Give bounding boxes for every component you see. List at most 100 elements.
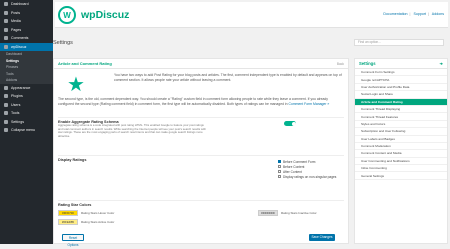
display-ratings-row: Display Ratings Before Comment Form Befor… xyxy=(58,155,344,185)
wp-menu-label: Settings xyxy=(11,119,24,124)
settings-nav-header: Settings ➜ xyxy=(355,59,447,69)
wpdiscuz-icon xyxy=(4,44,8,49)
documentation-link[interactable]: Documentation xyxy=(383,12,407,16)
comment-form-manager-link[interactable]: Comment Form Manager » xyxy=(289,102,330,106)
wp-menu-label: Collapse menu xyxy=(11,128,35,133)
settings-nav-item[interactable]: Google reCAPTCHA xyxy=(355,76,447,84)
tools-icon xyxy=(4,111,8,116)
media-icon xyxy=(4,19,8,24)
color-active: #FFED85 Rating Stars Active Color xyxy=(58,217,114,226)
star-icon: ★ xyxy=(67,74,85,96)
addons-link[interactable]: Addons xyxy=(432,12,444,16)
wp-menu-item-dashboard[interactable]: Dashboard xyxy=(0,0,53,9)
display-options: Before Comment Form Before Content After C… xyxy=(278,159,336,179)
search-input[interactable]: Find an option... xyxy=(354,39,444,46)
plugins-icon xyxy=(4,94,8,99)
hover-color-label: Rating Stars Hover Color xyxy=(81,210,115,215)
wp-menu-item-plugins[interactable]: Plugins xyxy=(0,92,53,101)
brand-name: wpDiscuz xyxy=(81,9,130,21)
checkbox[interactable] xyxy=(278,165,281,168)
active-color-label: Rating Stars Active Color xyxy=(81,219,115,224)
wp-menu-label: Posts xyxy=(11,10,20,15)
color-inactive: #DDDDDD Rating Stars Inactive Color xyxy=(258,208,317,217)
display-option[interactable]: Display ratings on non-singular pages xyxy=(278,174,336,179)
settings-nav-item[interactable]: Inline Commenting xyxy=(355,165,447,173)
wp-menu-item-collapse-menu[interactable]: Collapse menu xyxy=(0,126,53,135)
wp-menu-item-settings[interactable]: Settings xyxy=(0,118,53,127)
wp-menu-label: wpDiscuz xyxy=(11,44,27,49)
description-1: You have two ways to add Post Rating for… xyxy=(114,73,342,82)
plugin-header: W wpDiscuz Documentation | Support | Addon… xyxy=(55,2,448,28)
checkbox[interactable] xyxy=(278,160,281,163)
settings-icon xyxy=(4,119,8,124)
wp-menu-label: Dashboard xyxy=(11,2,29,7)
wp-menu-label: Pages xyxy=(11,27,22,32)
settings-nav-item[interactable]: Subscription and User Following xyxy=(355,128,447,136)
star-colors-row: Rating Star Colors #FFD700 Rating Stars … xyxy=(58,200,344,230)
comments-icon xyxy=(4,36,8,41)
description-2: The second type, is the old, comment dep… xyxy=(58,97,344,106)
display-option-label: After Content xyxy=(283,169,302,174)
support-link[interactable]: Support xyxy=(413,12,426,16)
settings-nav-item[interactable]: Comment Thread Features xyxy=(355,113,447,121)
wp-menu-label: Plugins xyxy=(11,94,23,99)
settings-nav-item[interactable]: Social Login and Share xyxy=(355,91,447,99)
display-option-label: Before Comment Form xyxy=(283,159,316,164)
inactive-color-swatch[interactable]: #DDDDDD xyxy=(258,209,278,216)
panel-title: Article and Comment Rating xyxy=(58,61,112,66)
page-title: Settings xyxy=(53,40,73,46)
aggregate-rating-row: Enable Aggregate Rating Schema Aggregate… xyxy=(58,117,344,141)
wp-menu-item-pages[interactable]: Pages xyxy=(0,26,53,35)
settings-nav-item[interactable]: User Commenting and Notifications xyxy=(355,158,447,166)
wp-menu-label: Comments xyxy=(11,36,29,41)
wp-menu-label: Appearance xyxy=(11,85,31,90)
header-links: Documentation | Support | Addons xyxy=(383,12,444,16)
reset-options-button[interactable]: Reset Options xyxy=(62,234,84,247)
wp-menu-item-wpdiscuz[interactable]: wpDiscuz xyxy=(0,42,53,51)
settings-nav-item[interactable]: User Authorization and Profile Data xyxy=(355,84,447,92)
settings-nav-item[interactable]: Styles and Colors xyxy=(355,121,447,129)
wp-menu-item-tools[interactable]: Tools xyxy=(0,109,53,118)
settings-nav: Settings ➜ Comment Form Settings Google r… xyxy=(354,58,448,244)
wp-menu-label: Tools xyxy=(11,111,20,116)
settings-nav-item[interactable]: User Labels and Badges xyxy=(355,136,447,143)
display-option-label: Before Content xyxy=(283,164,305,169)
arrow-right-icon: ➜ xyxy=(439,61,443,66)
posts-icon xyxy=(4,10,8,15)
panel-header: Article and Comment Rating Back xyxy=(54,59,348,69)
back-link[interactable]: Back xyxy=(337,62,344,66)
dashboard-icon xyxy=(4,2,8,7)
appearance-icon xyxy=(4,85,8,90)
settings-nav-item[interactable]: Comment Thread Displaying xyxy=(355,106,447,114)
wp-menu-item-comments[interactable]: Comments xyxy=(0,34,53,43)
hover-color-swatch[interactable]: #FFD700 xyxy=(58,209,78,216)
users-icon xyxy=(4,102,8,107)
settings-nav-item[interactable]: Article and Comment Rating xyxy=(355,98,447,106)
checkbox[interactable] xyxy=(278,175,281,178)
settings-nav-title: Settings xyxy=(359,61,376,66)
active-color-swatch[interactable]: #FFED85 xyxy=(58,218,78,225)
save-changes-button[interactable]: Save Changes xyxy=(309,234,335,241)
wp-menu-item-users[interactable]: Users xyxy=(0,101,53,110)
collapse-menu-icon xyxy=(4,128,8,133)
settings-nav-item[interactable]: Comment Form Settings xyxy=(355,69,447,77)
color-hover: #FFD700 Rating Stars Hover Color xyxy=(58,208,114,217)
wp-menu-item-appearance[interactable]: Appearance xyxy=(0,84,53,93)
settings-nav-item[interactable]: General Settings xyxy=(355,172,447,180)
aggregate-description: Aggregate rating schema is a code integr… xyxy=(58,123,206,138)
star-colors-label: Rating Star Colors xyxy=(58,203,92,207)
pages-icon xyxy=(4,27,8,32)
settings-nav-item[interactable]: Comment Moderation xyxy=(355,143,447,151)
wp-menu-label: Users xyxy=(11,102,21,107)
wp-menu-label: Media xyxy=(11,19,21,24)
aggregate-rating-toggle[interactable] xyxy=(284,121,296,126)
main-area: W wpDiscuz Documentation | Support | Addon… xyxy=(53,0,450,247)
wp-menu-item-media[interactable]: Media xyxy=(0,17,53,26)
settings-nav-item[interactable]: Comment Content and Media xyxy=(355,150,447,158)
inactive-color-label: Rating Stars Inactive Color xyxy=(281,210,317,215)
description-2-text: The second type, is the old, comment dep… xyxy=(58,97,328,106)
wp-menu-item-posts[interactable]: Posts xyxy=(0,9,53,18)
display-option-label: Display ratings on non-singular pages xyxy=(283,174,337,179)
checkbox[interactable] xyxy=(278,170,281,173)
wp-admin-sidebar: Dashboard Posts Media Pages Comments wpDiscuz… xyxy=(0,0,53,244)
